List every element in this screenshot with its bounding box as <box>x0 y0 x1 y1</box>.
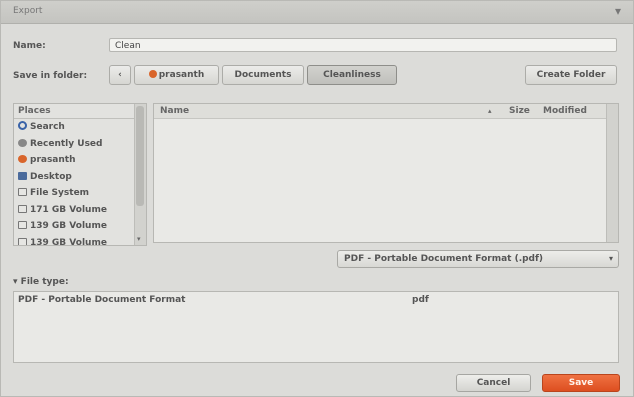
path-crumb-home[interactable]: prasanth <box>134 65 219 85</box>
filetype-name[interactable]: PDF - Portable Document Format <box>18 295 185 305</box>
file-filter-select[interactable]: PDF - Portable Document Format (.pdf) ▾ <box>337 250 619 268</box>
path-back-button[interactable]: ‹ <box>109 65 131 85</box>
close-icon[interactable]: ▾ <box>615 4 621 18</box>
chevron-left-icon: ‹ <box>118 70 122 80</box>
place-label: Recently Used <box>30 138 103 149</box>
search-icon <box>18 121 27 130</box>
place-item-recent[interactable]: Recently Used <box>14 136 146 153</box>
path-crumb-documents[interactable]: Documents <box>222 65 304 85</box>
crumb-label: prasanth <box>158 70 205 80</box>
filetype-label: File type: <box>20 277 69 287</box>
home-icon <box>18 155 27 163</box>
home-icon <box>148 70 157 78</box>
recent-icon <box>18 138 27 147</box>
place-label: 139 GB Volume <box>30 237 107 246</box>
filetype-list[interactable]: PDF - Portable Document Format pdf <box>13 291 619 363</box>
place-item-volume-2[interactable]: 139 GB Volume <box>14 218 146 235</box>
place-item-volume-3[interactable]: 139 GB Volume <box>14 235 146 246</box>
crumb-label: Cleanliness <box>323 70 381 80</box>
desktop-icon <box>18 171 27 180</box>
drive-icon <box>18 204 27 213</box>
places-header: Places <box>14 104 146 119</box>
place-item-volume-1[interactable]: 171 GB Volume <box>14 202 146 219</box>
save-button[interactable]: Save <box>542 374 620 392</box>
place-label: Desktop <box>30 171 72 182</box>
place-label: 139 GB Volume <box>30 221 107 231</box>
chevron-down-icon: ▾ <box>608 254 613 263</box>
place-label: prasanth <box>30 155 76 165</box>
sort-arrow-icon: ▴ <box>488 107 492 115</box>
column-header-size[interactable]: Size <box>509 106 530 116</box>
scrollbar-thumb[interactable] <box>136 106 144 206</box>
save-in-folder-label: Save in folder: <box>13 71 88 81</box>
file-list-header: Name ▴ Size Modified <box>154 104 618 119</box>
place-item-desktop[interactable]: Desktop <box>14 169 146 186</box>
place-label: File System <box>30 188 90 198</box>
places-sidebar: Places Search Recently Used prasanth Des… <box>13 103 147 246</box>
name-label: Name: <box>13 41 46 51</box>
places-scrollbar[interactable]: ▾ <box>134 104 146 245</box>
name-input[interactable]: Clean <box>109 38 617 52</box>
filetype-extension: pdf <box>412 295 429 305</box>
place-item-filesystem[interactable]: File System <box>14 185 146 202</box>
drive-icon <box>18 237 27 245</box>
filter-value: PDF - Portable Document Format (.pdf) <box>344 254 544 264</box>
place-label: 171 GB Volume <box>30 204 107 215</box>
crumb-label: Documents <box>234 70 292 80</box>
export-dialog: Export ▾ Name: Clean Save in folder: ‹ p… <box>0 0 634 397</box>
filetype-expander[interactable]: ▾ File type: <box>13 277 69 287</box>
drive-icon <box>18 188 27 196</box>
column-header-name[interactable]: Name <box>160 106 189 116</box>
title-bar[interactable]: Export ▾ <box>1 1 633 24</box>
column-header-modified[interactable]: Modified <box>543 106 587 116</box>
place-item-home[interactable]: prasanth <box>14 152 146 169</box>
drive-icon <box>18 221 27 229</box>
place-item-search[interactable]: Search <box>14 119 146 136</box>
window-title: Export <box>13 6 43 16</box>
create-folder-button[interactable]: Create Folder <box>525 65 617 85</box>
file-list-scrollbar[interactable] <box>606 104 618 242</box>
cancel-button[interactable]: Cancel <box>456 374 531 392</box>
expander-arrow-icon: ▾ <box>13 277 18 287</box>
path-crumb-current[interactable]: Cleanliness <box>307 65 397 85</box>
chevron-down-icon[interactable]: ▾ <box>137 235 141 243</box>
file-list[interactable]: Name ▴ Size Modified <box>153 103 619 243</box>
place-label: Search <box>30 122 65 132</box>
